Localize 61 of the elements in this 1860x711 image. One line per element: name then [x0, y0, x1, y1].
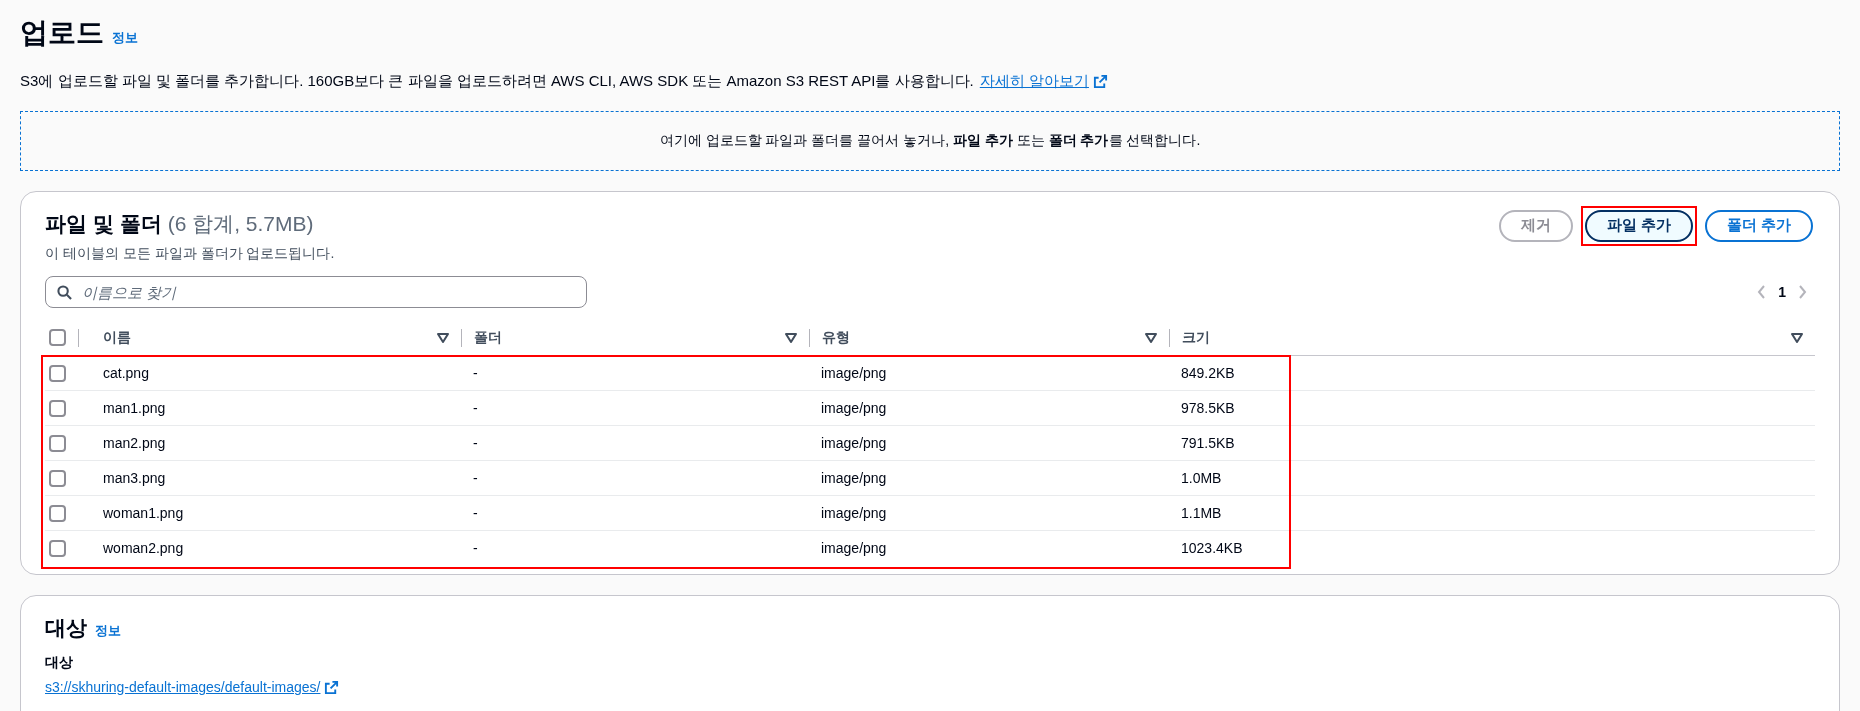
checkbox[interactable] — [49, 329, 66, 346]
folder-cell-text: - — [472, 468, 479, 488]
size-cell-text: 1023.4KB — [1180, 539, 1244, 558]
page-title: 업로드 — [20, 16, 104, 50]
destination-label: 대상 — [45, 652, 74, 672]
destination-link[interactable]: s3://skhuring-default-images/default-images/ — [45, 676, 321, 698]
learn-more-link[interactable]: 자세히 알아보기 — [979, 70, 1089, 93]
column-header[interactable]: 폴더 — [474, 327, 785, 348]
external-link-icon — [324, 679, 340, 695]
type-cell-text: image/png — [820, 468, 888, 488]
file-name-cell-text: woman1.png — [102, 503, 185, 523]
panel-button[interactable]: 파일 추가 — [1584, 209, 1693, 242]
drop-zone[interactable]: 여기에 업로드할 파일과 폴더를 끌어서 놓거나, 파일 추가 또는 폴더 추가를 선택합니다. — [20, 110, 1840, 171]
panel-button[interactable]: 폴더 추가 — [1704, 209, 1813, 242]
external-link-icon — [1092, 73, 1108, 89]
file-name-cell-text: man3.png — [102, 468, 167, 488]
type-cell-text: image/png — [820, 398, 888, 418]
checkbox[interactable] — [49, 364, 66, 382]
column-header[interactable]: 크기 — [1182, 327, 1791, 348]
drop-zone-text: 여기에 업로드할 파일과 폴더를 끌어서 놓거나, 파일 추가 또는 폴더 추가를 선택합니다. — [659, 131, 1201, 150]
sort-caret-icon[interactable] — [1145, 332, 1157, 343]
type-cell-text: image/png — [820, 539, 888, 558]
search-icon — [57, 285, 72, 300]
folder-cell-text: - — [472, 363, 479, 383]
sort-caret-icon[interactable] — [1791, 332, 1803, 343]
info-link[interactable]: 정보 — [112, 28, 138, 48]
panel-subtitle: 이 테이블의 모든 파일과 폴더가 업로드됩니다. — [45, 244, 335, 263]
checkbox[interactable] — [49, 504, 66, 522]
description-text: S3에 업로드할 파일 및 폴더를 추가합니다. 160GB보다 큰 파일을 업로드하려면 AWS CLI, AWS SDK 또는 Amazon S3 REST API를 사용합니다. — [20, 71, 974, 91]
checkbox[interactable] — [49, 434, 66, 452]
checkbox[interactable] — [49, 540, 66, 557]
panel-summary: (6 합계, 5.7MB) — [167, 210, 314, 237]
size-cell-text: 849.2KB — [1180, 363, 1236, 383]
size-cell-text: 978.5KB — [1180, 398, 1236, 418]
folder-cell-text: - — [472, 398, 479, 418]
checkbox[interactable] — [49, 399, 66, 417]
folder-cell-text: - — [472, 433, 479, 453]
file-name-cell-text: woman2.png — [102, 539, 185, 558]
column-header[interactable]: 유형 — [822, 327, 1145, 348]
page-number[interactable]: 1 — [1778, 281, 1786, 303]
size-cell-text: 1.0MB — [1180, 468, 1223, 488]
size-cell-text: 1.1MB — [1180, 503, 1223, 523]
folder-cell-text: - — [472, 503, 479, 523]
panel-title: 파일 및 폴더 — [45, 210, 162, 237]
file-name-cell-text: man1.png — [102, 398, 167, 418]
info-link[interactable]: 정보 — [95, 621, 121, 641]
column-header[interactable]: 이름 — [103, 327, 437, 348]
type-cell-text: image/png — [820, 503, 888, 523]
folder-cell-text: - — [472, 539, 479, 558]
next-page-icon[interactable] — [1798, 285, 1807, 299]
type-cell-text: image/png — [820, 363, 888, 383]
checkbox[interactable] — [49, 469, 66, 487]
sort-caret-icon[interactable] — [437, 332, 449, 343]
file-name-cell-text: cat.png — [102, 363, 150, 383]
search-field[interactable]: 이름으로 찾기 — [45, 276, 587, 308]
file-name-cell-text: man2.png — [102, 433, 167, 453]
type-cell-text: image/png — [820, 433, 888, 453]
size-cell-text: 791.5KB — [1180, 433, 1236, 453]
sort-caret-icon[interactable] — [785, 332, 797, 343]
previous-page-icon[interactable] — [1757, 285, 1767, 299]
panel-title: 대상 — [45, 615, 87, 641]
